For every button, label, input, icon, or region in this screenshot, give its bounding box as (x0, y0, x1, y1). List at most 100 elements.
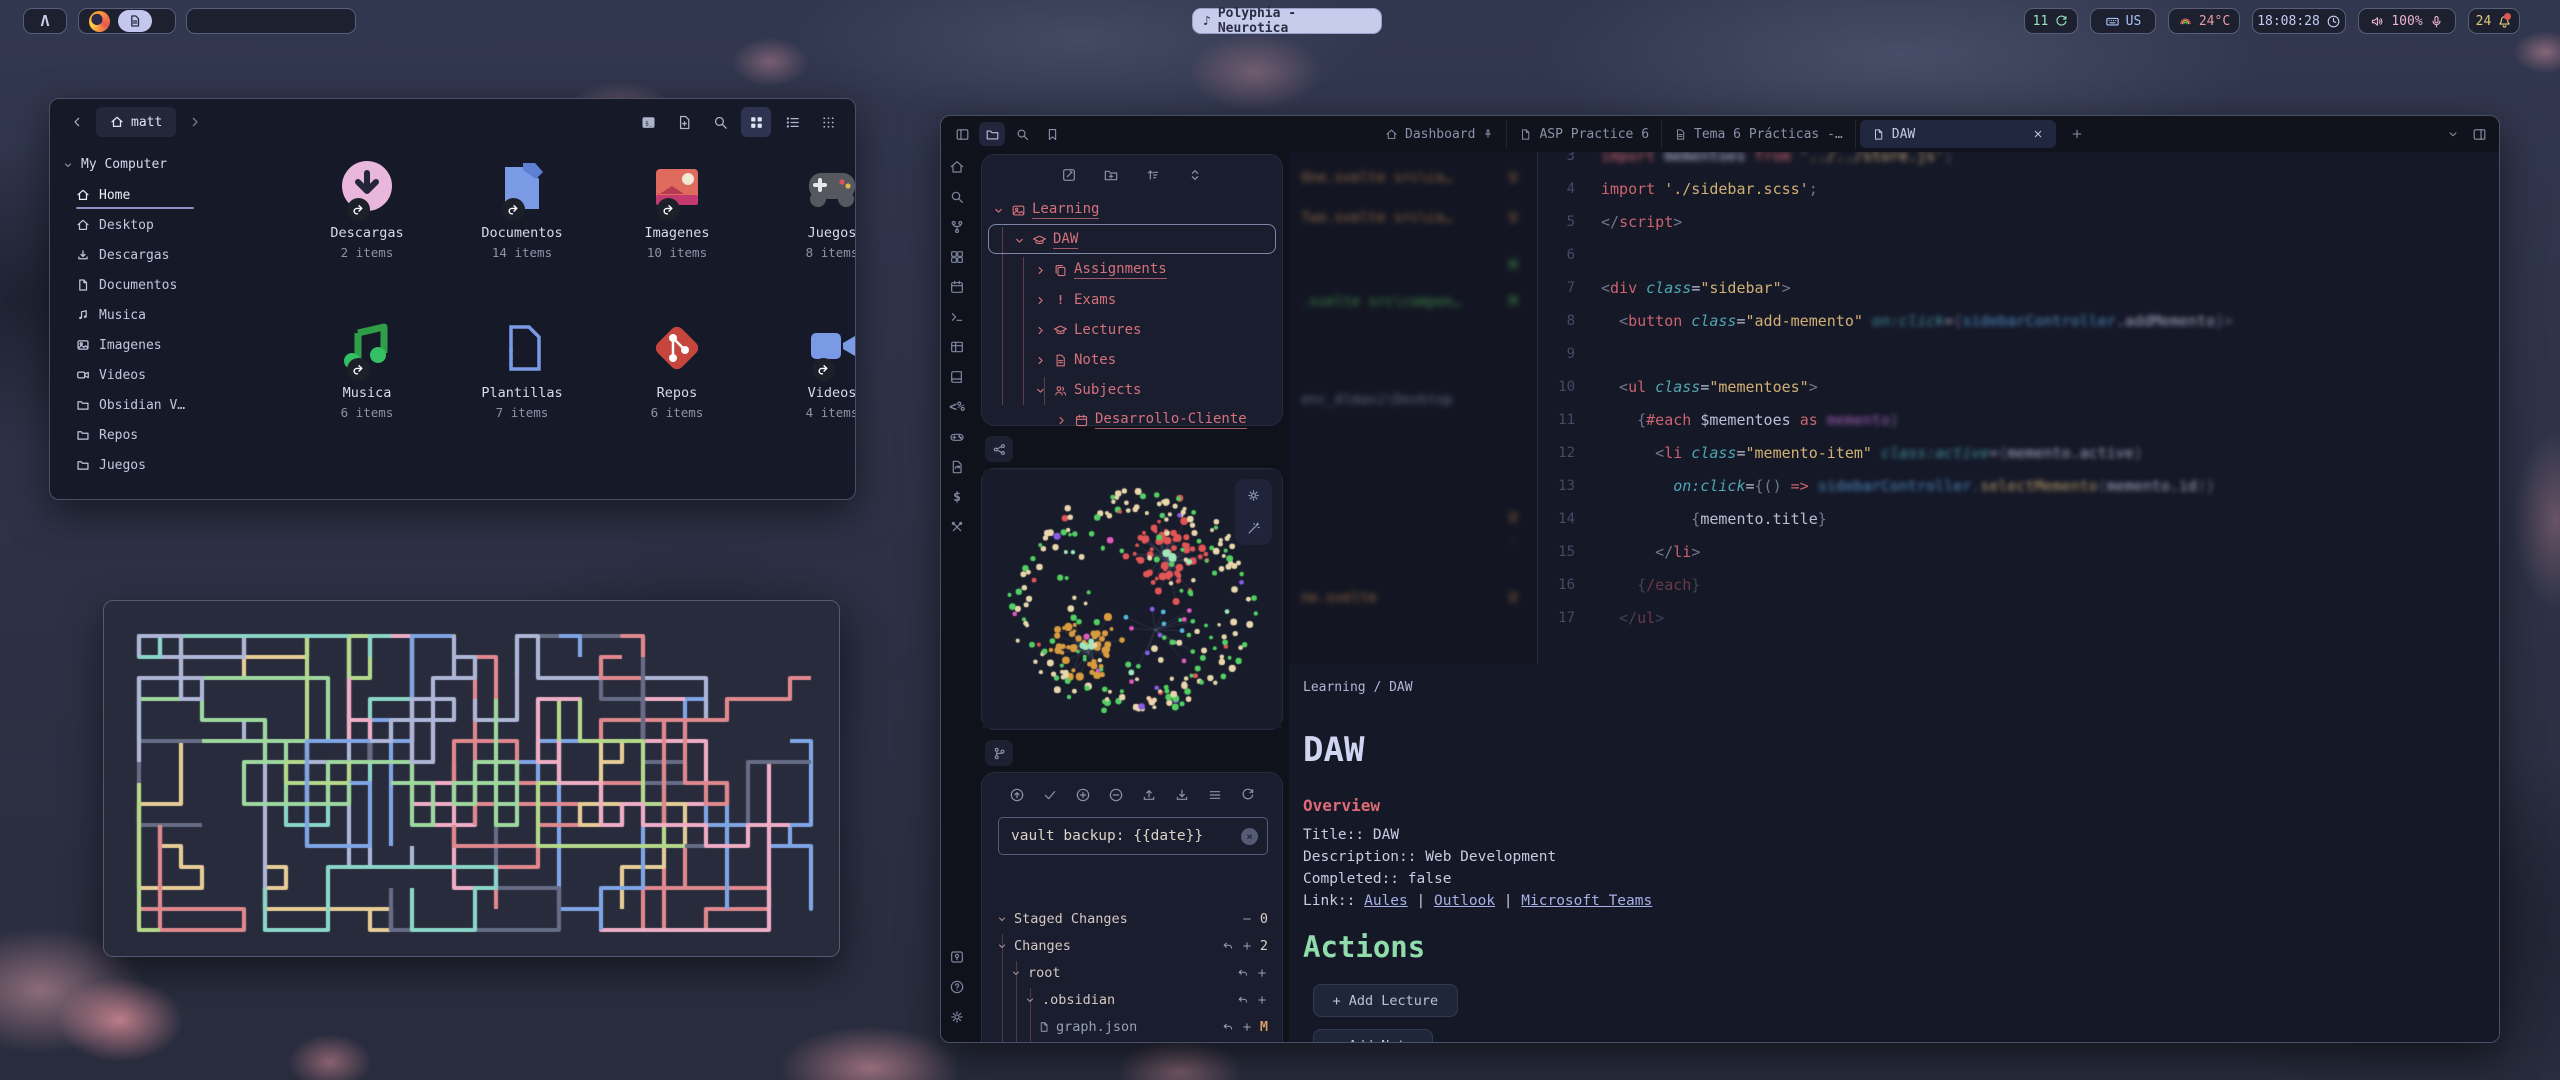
git-list-button[interactable] (1207, 787, 1223, 803)
sidebar-item-desktop[interactable]: Desktop (50, 210, 240, 240)
note-link[interactable]: Outlook (1434, 893, 1495, 909)
folder-musica[interactable]: Musica 6 items (292, 319, 442, 420)
note-link[interactable]: Microsoft Teams (1521, 893, 1652, 909)
tree-item-lectures[interactable]: Lectures (1034, 317, 1141, 343)
tabbar-bookmark-button[interactable] (1039, 122, 1065, 146)
tray-weather[interactable]: 24°C (2168, 8, 2240, 34)
git-row-staged-changes[interactable]: Staged Changes0 (996, 907, 1268, 931)
sidebar-item-imagenes[interactable]: Imagenes (50, 330, 240, 360)
fm-action-search[interactable] (705, 107, 735, 137)
tab-daw[interactable]: DAW (1860, 120, 2056, 148)
sidebar-item-musica[interactable]: Musica (50, 300, 240, 330)
git-upload-button[interactable] (1141, 787, 1157, 803)
tab-list-dropdown-button[interactable] (2446, 127, 2460, 142)
tray-updates[interactable]: 11 (2024, 8, 2078, 34)
note-title[interactable]: DAW (1303, 730, 1364, 770)
git-row-learning-daw-exams[interactable]: Learning/DAW/Exams (1024, 1042, 1268, 1043)
launcher-button[interactable]: Λ (23, 8, 67, 34)
tab-tema-6-pr-cticas-[interactable]: Tema 6 Prácticas -… (1662, 120, 1856, 148)
note-button--add-note[interactable]: + Add Note (1313, 1029, 1433, 1043)
ribbon-file-sync-button[interactable] (941, 452, 973, 482)
tree-item-notes[interactable]: Notes (1034, 347, 1116, 373)
sidebar-item-documentos[interactable]: Documentos (50, 270, 240, 300)
ribbon-calendar-button[interactable] (941, 272, 973, 302)
note-property[interactable]: Title:: DAW (1303, 824, 1652, 846)
graph-wand-button[interactable] (1240, 518, 1267, 539)
sidebar-item-obsidianv[interactable]: Obsidian V… (50, 390, 240, 420)
tree-item-subjects[interactable]: Subjects (1034, 377, 1141, 403)
new-tab-button[interactable] (2070, 127, 2084, 141)
tab-asp-practice-6[interactable]: ASP Practice 6 (1507, 120, 1662, 148)
ribbon-gear-button[interactable] (941, 1002, 973, 1032)
tree-item-learning[interactable]: Learning (992, 197, 1099, 223)
git-row-graph-json[interactable]: graph.jsonM (1038, 1015, 1268, 1039)
git-tab-button[interactable] (985, 740, 1013, 766)
explorer-folder-plus-button[interactable] (1103, 167, 1119, 183)
tree-item-desarrollo-cliente[interactable]: Desarrollo-Cliente (1055, 407, 1247, 433)
pipes-terminal-window[interactable] (103, 600, 840, 957)
tabbar-search-button[interactable] (1009, 122, 1035, 146)
ribbon-home-button[interactable] (941, 152, 973, 182)
note-link[interactable]: Aules (1364, 893, 1408, 909)
folder-videos[interactable]: Videos 4 items (757, 319, 856, 420)
fm-action-open-terminal[interactable]: $_ (633, 107, 663, 137)
sidebar-item-juegos[interactable]: Juegos (50, 450, 240, 480)
note-button--add-lecture[interactable]: + Add Lecture (1313, 984, 1458, 1017)
folder-juegos[interactable]: Juegos 8 items (757, 159, 856, 260)
git-row-root[interactable]: root (1010, 961, 1268, 985)
ribbon-code-percent-button[interactable]: <% (941, 392, 973, 422)
fm-action-new-document[interactable] (669, 107, 699, 137)
note-breadcrumb[interactable]: Learning / DAW (1303, 680, 1413, 695)
ribbon-table-button[interactable] (941, 332, 973, 362)
git-circle-minus-button[interactable] (1108, 787, 1124, 803)
breadcrumb[interactable]: matt (96, 107, 176, 137)
folder-descargas[interactable]: Descargas 2 items (292, 159, 442, 260)
git-row--obsidian[interactable]: .obsidian (1024, 988, 1268, 1012)
sidebar-section-header[interactable]: My Computer (50, 145, 240, 180)
git-row-changes[interactable]: Changes2 (996, 934, 1268, 958)
tabbar-panel-left-button[interactable] (949, 122, 975, 146)
tab-dashboard[interactable]: Dashboard (1373, 120, 1507, 148)
sidebar-item-descargas[interactable]: Descargas (50, 240, 240, 270)
git-circle-plus-button[interactable] (1075, 787, 1091, 803)
tray-audio[interactable]: 100% (2358, 8, 2456, 34)
ribbon-book-button[interactable] (941, 362, 973, 392)
folder-documentos[interactable]: Documentos 14 items (447, 159, 597, 260)
tray-clock[interactable]: 18:08:28 (2252, 8, 2346, 34)
back-button[interactable] (62, 107, 92, 137)
sidebar-item-repos[interactable]: Repos (50, 420, 240, 450)
tree-item-exams[interactable]: !Exams (1034, 287, 1116, 313)
toggle-right-sidebar-button[interactable] (2472, 127, 2487, 142)
explorer-collapse-button[interactable] (1187, 167, 1203, 183)
ribbon-layout-grid-button[interactable] (941, 242, 973, 272)
now-playing-widget[interactable]: ♪ Polyphia - Neurotica (1192, 8, 1382, 34)
close-tab-icon[interactable] (2032, 128, 2044, 140)
tree-item-daw[interactable]: DAW (1013, 227, 1078, 253)
active-app-indicator[interactable] (118, 10, 152, 32)
tray-keyboard-layout[interactable]: US (2090, 8, 2156, 34)
clear-commit-message-button[interactable]: × (1241, 828, 1258, 845)
git-check-button[interactable] (1042, 787, 1058, 803)
folder-plantillas[interactable]: Plantillas 7 items (447, 319, 597, 420)
graph-gear-button[interactable] (1240, 485, 1267, 506)
tabbar-folder-button[interactable] (979, 122, 1005, 146)
explorer-new-note-button[interactable] (1061, 167, 1077, 183)
fm-action-view-list[interactable] (777, 107, 807, 137)
git-refresh-button[interactable] (1240, 787, 1256, 803)
folder-imagenes[interactable]: Imagenes 10 items (602, 159, 752, 260)
note-property[interactable]: Completed:: false (1303, 868, 1652, 890)
sidebar-item-home[interactable]: Home (50, 180, 240, 210)
firefox-icon[interactable] (89, 11, 110, 32)
forward-button[interactable] (180, 107, 210, 137)
sidebar-item-videos[interactable]: Videos (50, 360, 240, 390)
tree-item-assignments[interactable]: Assignments (1034, 257, 1167, 283)
ribbon-gamepad-button[interactable] (941, 422, 973, 452)
tray-notifications[interactable]: 24 (2468, 8, 2520, 34)
ribbon-git-fork-button[interactable] (941, 212, 973, 242)
commit-message-input[interactable] (998, 817, 1268, 855)
git-download-button[interactable] (1174, 787, 1190, 803)
ribbon-tools-button[interactable] (941, 512, 973, 542)
fm-action-view-grid[interactable] (741, 107, 771, 137)
fm-action-app-menu[interactable] (813, 107, 843, 137)
ribbon-search-button[interactable] (941, 182, 973, 212)
